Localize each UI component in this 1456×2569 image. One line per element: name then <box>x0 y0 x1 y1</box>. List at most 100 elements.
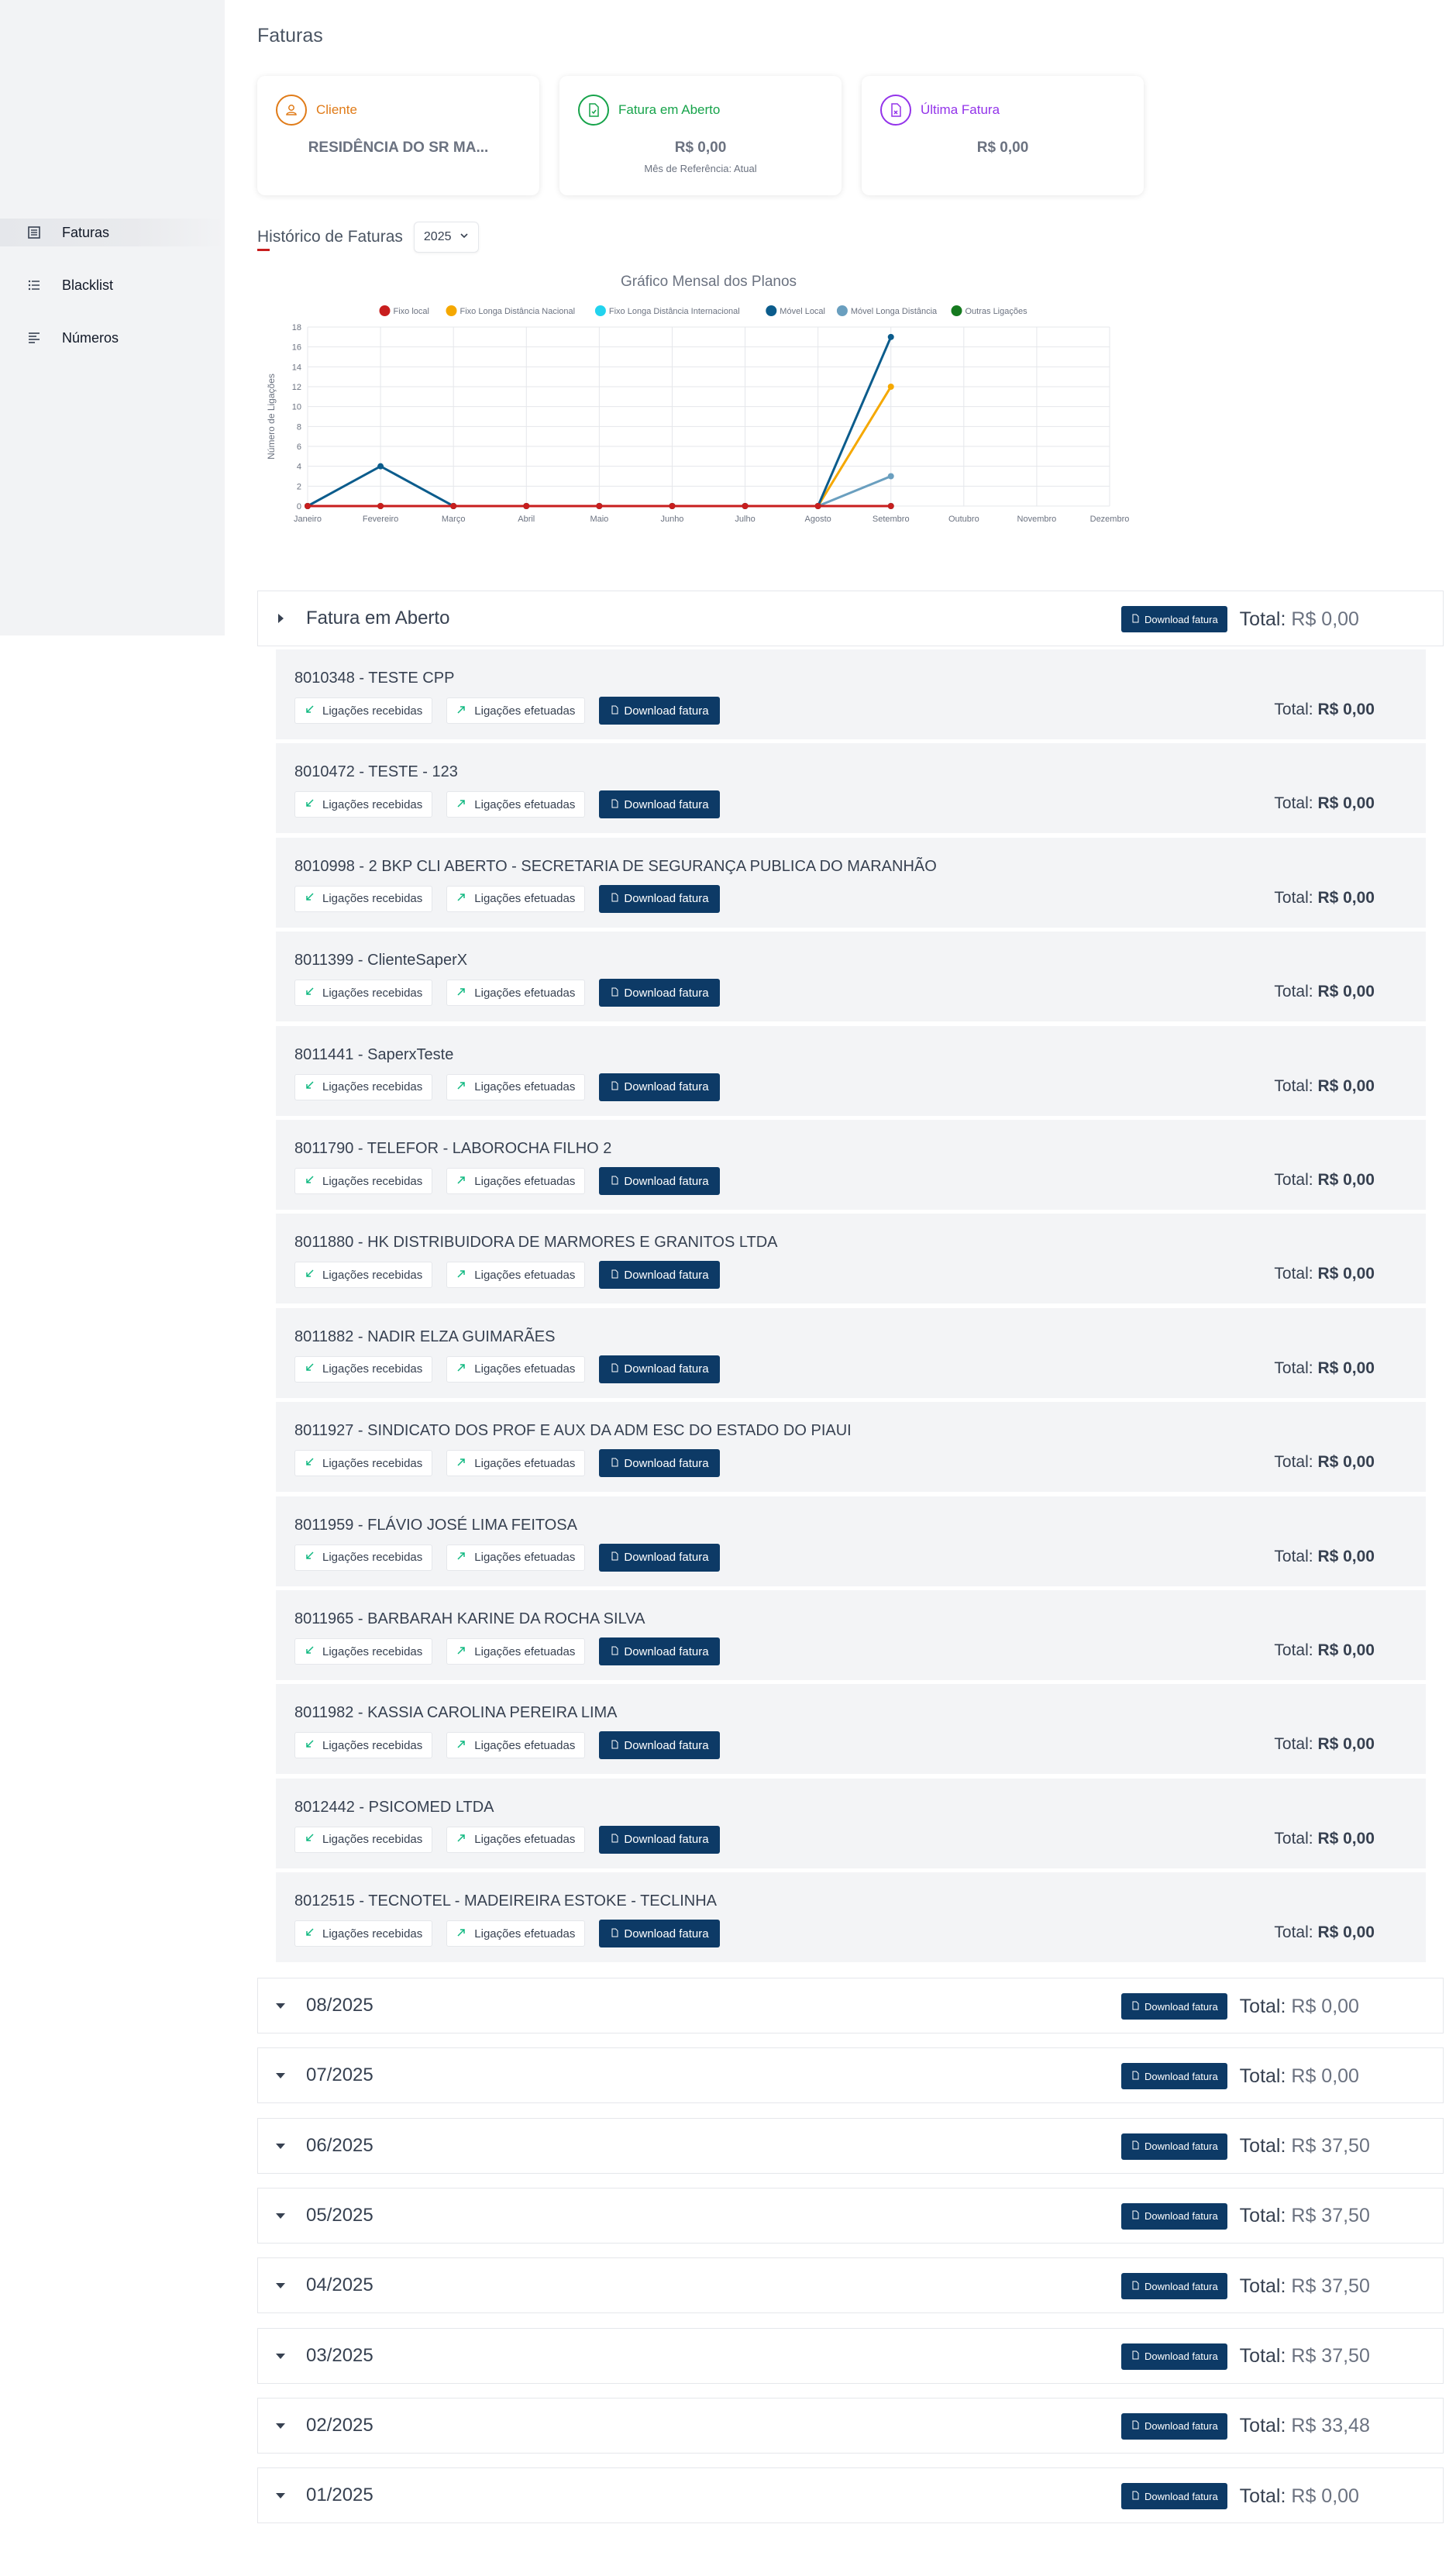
received-calls-button[interactable]: Ligações recebidas <box>294 1450 433 1477</box>
item-title: 8011441 - SaperxTeste <box>294 1045 454 1063</box>
download-label: Download fatura <box>624 1456 709 1470</box>
invoice-item: 8011441 - SaperxTeste Ligações recebidas L… <box>276 1025 1426 1116</box>
item-total: Total: R$ 0,00 <box>1274 1265 1375 1283</box>
download-invoice-button[interactable]: Download fatura <box>1121 2202 1227 2230</box>
item-actions: Ligações recebidas Ligações efetuadas Down… <box>294 1167 720 1195</box>
received-calls-button[interactable]: Ligações recebidas <box>294 1826 433 1853</box>
legend-swatch <box>379 305 391 316</box>
item-title: 8011399 - ClienteSaperX <box>294 952 468 969</box>
item-actions: Ligações recebidas Ligações efetuadas Down… <box>294 1449 720 1478</box>
sidebar-item-numeros[interactable]: Números <box>0 324 225 352</box>
received-calls-button[interactable]: Ligações recebidas <box>294 885 433 912</box>
accordion-month[interactable]: 01/2025 Download fatura Total: R$ 0,00 <box>257 2467 1444 2524</box>
download-label: Download fatura <box>624 1738 709 1752</box>
received-calls-button[interactable]: Ligações recebidas <box>294 1544 433 1571</box>
made-calls-button[interactable]: Ligações efetuadas <box>446 885 586 912</box>
file-icon <box>610 704 619 718</box>
received-calls-button[interactable]: Ligações recebidas <box>294 791 433 818</box>
download-invoice-button[interactable]: Download fatura <box>599 979 720 1007</box>
legend-label: Fixo Longa Distância Nacional <box>460 307 576 316</box>
download-invoice-button[interactable]: Download fatura <box>599 1825 720 1854</box>
list-icon <box>26 277 42 293</box>
download-invoice-button[interactable]: Download fatura <box>1121 2063 1227 2090</box>
total-amount: R$ 0,00 <box>1317 1359 1375 1377</box>
made-calls-button[interactable]: Ligações efetuadas <box>446 697 586 724</box>
legend-label: Outras Ligações <box>966 307 1028 316</box>
made-calls-button[interactable]: Ligações efetuadas <box>446 1168 586 1194</box>
accordion-month[interactable]: 06/2025 Download fatura Total: R$ 37,50 <box>257 2117 1444 2174</box>
download-invoice-button[interactable]: Download fatura <box>1121 2133 1227 2160</box>
made-calls-button[interactable]: Ligações efetuadas <box>446 1450 586 1477</box>
download-invoice-button[interactable]: Download fatura <box>599 1355 720 1383</box>
download-invoice-button[interactable]: Download fatura <box>599 790 720 819</box>
invoice-item: 8011982 - KASSIA CAROLINA PEREIRA LIMA Li… <box>276 1684 1426 1775</box>
download-invoice-button[interactable]: Download fatura <box>599 884 720 913</box>
made-calls-button[interactable]: Ligações efetuadas <box>446 1638 586 1665</box>
made-calls-button[interactable]: Ligações efetuadas <box>446 1262 586 1289</box>
accordion-title: 05/2025 <box>306 2204 373 2226</box>
accordion-month[interactable]: 08/2025 Download fatura Total: R$ 0,00 <box>257 1978 1444 2034</box>
made-calls-button[interactable]: Ligações efetuadas <box>446 791 586 818</box>
total-amount: R$ 0,00 <box>1291 608 1359 630</box>
made-calls-button[interactable]: Ligações efetuadas <box>446 1826 586 1853</box>
accordion-month[interactable]: 03/2025 Download fatura Total: R$ 37,50 <box>257 2327 1444 2384</box>
made-calls-button[interactable]: Ligações efetuadas <box>446 1073 586 1100</box>
download-invoice-button[interactable]: Download fatura <box>599 1073 720 1101</box>
download-invoice-button[interactable]: Download fatura <box>599 1167 720 1195</box>
accordion-month[interactable]: 05/2025 Download fatura Total: R$ 37,50 <box>257 2187 1444 2244</box>
file-icon <box>610 987 619 1000</box>
made-calls-button[interactable]: Ligações efetuadas <box>446 980 586 1007</box>
accordion-month[interactable]: 04/2025 Download fatura Total: R$ 37,50 <box>257 2257 1444 2314</box>
download-invoice-button[interactable]: Download fatura <box>599 1637 720 1665</box>
sidebar-item-blacklist[interactable]: Blacklist <box>0 271 225 299</box>
accordion-total: Total: R$ 37,50 <box>1240 2275 1370 2298</box>
received-calls-button[interactable]: Ligações recebidas <box>294 1262 433 1289</box>
received-calls-button[interactable]: Ligações recebidas <box>294 980 433 1007</box>
made-calls-button[interactable]: Ligações efetuadas <box>446 1355 586 1383</box>
accordion-total: Total: R$ 0,00 <box>1240 1996 1359 2018</box>
download-invoice-button[interactable]: Download fatura <box>599 1261 720 1290</box>
x-tick-label: Outubro <box>948 515 979 524</box>
received-calls-button[interactable]: Ligações recebidas <box>294 1732 433 1759</box>
download-invoice-button[interactable]: Download fatura <box>599 697 720 725</box>
sidebar-item-faturas[interactable]: Faturas <box>0 219 225 246</box>
arrow-down-left-icon <box>305 704 315 718</box>
download-invoice-button[interactable]: Download fatura <box>599 1920 720 1948</box>
received-calls-button[interactable]: Ligações recebidas <box>294 1355 433 1383</box>
total-prefix: Total: <box>1239 608 1286 630</box>
received-calls-label: Ligações recebidas <box>322 1551 423 1565</box>
made-calls-button[interactable]: Ligações efetuadas <box>446 1920 586 1947</box>
received-calls-button[interactable]: Ligações recebidas <box>294 1638 433 1665</box>
accordion-month[interactable]: 07/2025 Download fatura Total: R$ 0,00 <box>257 2047 1444 2104</box>
total-prefix: Total: <box>1239 2135 1286 2157</box>
accordion-total: Total: R$ 37,50 <box>1240 2205 1370 2227</box>
made-calls-button[interactable]: Ligações efetuadas <box>446 1544 586 1571</box>
total-amount: R$ 0,00 <box>1317 1171 1375 1189</box>
download-invoice-button[interactable]: Download fatura <box>599 1731 720 1760</box>
accordion-month[interactable]: 02/2025 Download fatura Total: R$ 33,48 <box>257 2397 1444 2454</box>
item-actions: Ligações recebidas Ligações efetuadas Down… <box>294 1637 720 1665</box>
download-invoice-button[interactable]: Download fatura <box>1121 2343 1227 2370</box>
download-invoice-button[interactable]: Download fatura <box>1121 1993 1227 2020</box>
received-calls-button[interactable]: Ligações recebidas <box>294 1920 433 1947</box>
data-point <box>377 463 384 470</box>
year-select[interactable]: 2025 <box>413 222 479 253</box>
file-icon <box>1131 2350 1140 2362</box>
made-calls-button[interactable]: Ligações efetuadas <box>446 1732 586 1759</box>
download-invoice-button[interactable]: Download fatura <box>599 1543 720 1572</box>
download-invoice-button[interactable]: Download fatura <box>1121 2412 1227 2440</box>
x-tick-label: Janeiro <box>294 515 322 524</box>
download-invoice-button[interactable]: Download fatura <box>1121 2483 1227 2510</box>
total-amount: R$ 37,50 <box>1291 2205 1370 2227</box>
made-calls-label: Ligações efetuadas <box>474 704 576 718</box>
caret-down-icon <box>274 2488 287 2502</box>
received-calls-button[interactable]: Ligações recebidas <box>294 1168 433 1194</box>
made-calls-label: Ligações efetuadas <box>474 1644 576 1658</box>
download-invoice-button[interactable]: Download fatura <box>599 1449 720 1478</box>
download-invoice-button[interactable]: Download fatura <box>1121 2273 1227 2300</box>
received-calls-button[interactable]: Ligações recebidas <box>294 697 433 724</box>
download-label: Download fatura <box>1144 2490 1218 2502</box>
received-calls-button[interactable]: Ligações recebidas <box>294 1073 433 1100</box>
download-invoice-button[interactable]: Download fatura <box>1121 606 1227 632</box>
accordion-open-invoice[interactable]: Fatura em Aberto Download fatura Total: … <box>257 591 1444 646</box>
